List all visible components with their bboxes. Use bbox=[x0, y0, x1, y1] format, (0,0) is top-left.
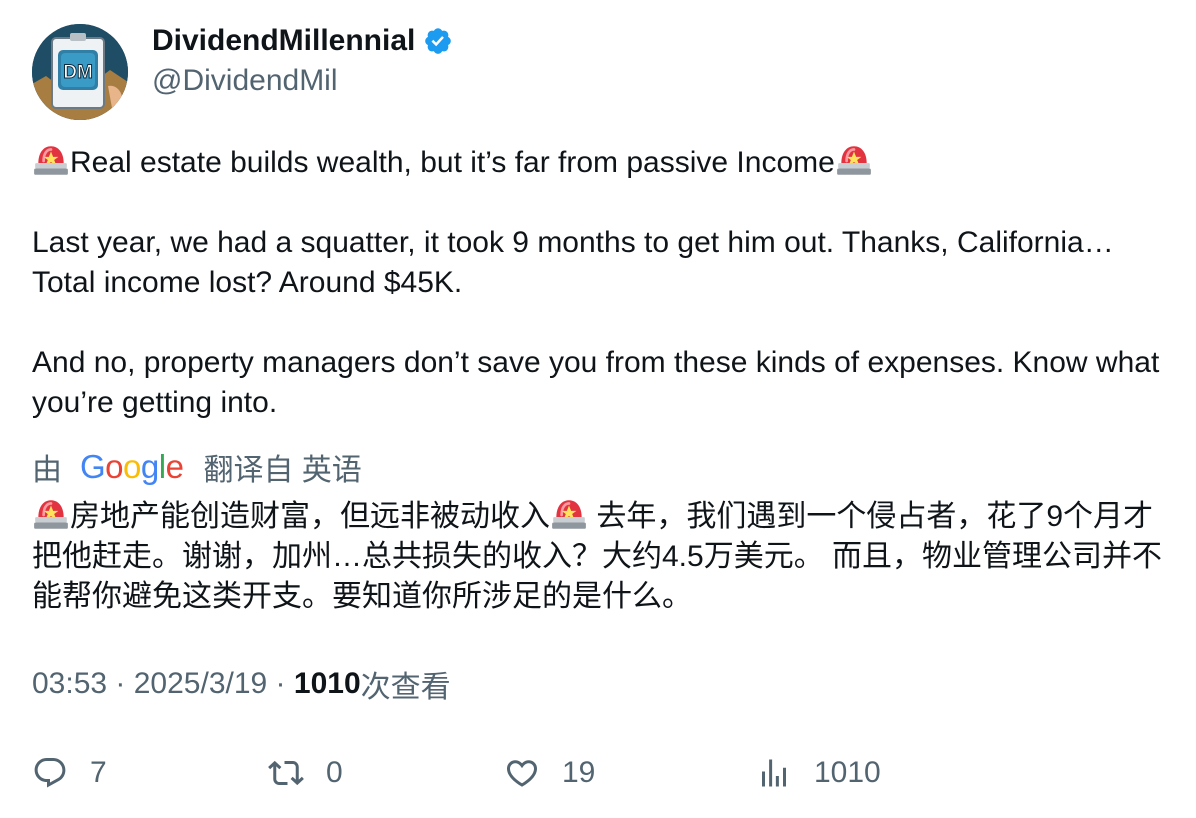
like-button[interactable]: 19 bbox=[504, 751, 595, 795]
translation-prefix: 由 bbox=[32, 454, 62, 487]
tweet-paragraph: And no, property managers don’t save you… bbox=[32, 346, 1160, 419]
like-count: 19 bbox=[562, 756, 596, 789]
police-light-emoji-icon bbox=[32, 141, 70, 179]
tweet-text: Real estate builds wealth, but it’s far … bbox=[32, 141, 1172, 423]
translation-attribution: 由 Google 翻译自 英语 bbox=[32, 447, 362, 487]
analytics-icon bbox=[762, 759, 786, 787]
views-button[interactable]: 1010 bbox=[756, 751, 881, 795]
tweet-paragraph-text: Real estate builds wealth, but it’s far … bbox=[70, 146, 835, 179]
police-light-emoji-icon bbox=[835, 141, 873, 179]
meta-separator: · bbox=[107, 667, 134, 700]
translated-text-part: 房地产能创造财富，但远非被动收入 bbox=[70, 500, 550, 533]
translation-suffix: 翻译自 英语 bbox=[203, 454, 362, 487]
repost-count: 0 bbox=[326, 756, 343, 789]
reply-button[interactable]: 7 bbox=[32, 751, 107, 795]
tweet-date[interactable]: 2025/3/19 bbox=[134, 667, 267, 701]
google-logo: Google bbox=[80, 448, 184, 485]
author-display-name[interactable]: DividendMillennial bbox=[152, 22, 415, 60]
tweet-paragraph: Real estate builds wealth, but it’s far … bbox=[32, 141, 1172, 183]
police-light-emoji-icon bbox=[32, 495, 70, 533]
tweet-time[interactable]: 03:53 bbox=[32, 667, 107, 701]
views-count: 1010 bbox=[293, 667, 361, 700]
avatar-monogram: DM bbox=[63, 62, 93, 83]
police-light-emoji-icon bbox=[550, 495, 588, 533]
author-handle[interactable]: @DividendMil bbox=[152, 62, 338, 100]
reply-count: 7 bbox=[90, 756, 107, 789]
views-label: 次查看 bbox=[360, 671, 451, 704]
repost-icon bbox=[268, 760, 304, 786]
avatar[interactable]: DM bbox=[32, 24, 128, 120]
author-display-name-row[interactable]: DividendMillennial bbox=[152, 22, 453, 60]
heart-icon bbox=[506, 760, 538, 787]
meta-separator: · bbox=[267, 667, 294, 700]
tweet-paragraph: Last year, we had a squatter, it took 9 … bbox=[32, 226, 1114, 299]
tweet-meta: 03:53 · 2025/3/19 · 1010 次查看 bbox=[32, 664, 451, 704]
views-action-count: 1010 bbox=[814, 756, 881, 789]
translated-text: 房地产能创造财富，但远非被动收入 去年，我们遇到一个侵占者，花了9个月才把他赶走… bbox=[32, 495, 1172, 617]
avatar-image: DM bbox=[32, 24, 128, 120]
repost-button[interactable]: 0 bbox=[268, 751, 343, 795]
reply-icon bbox=[34, 758, 66, 788]
verified-badge-icon bbox=[425, 28, 452, 54]
